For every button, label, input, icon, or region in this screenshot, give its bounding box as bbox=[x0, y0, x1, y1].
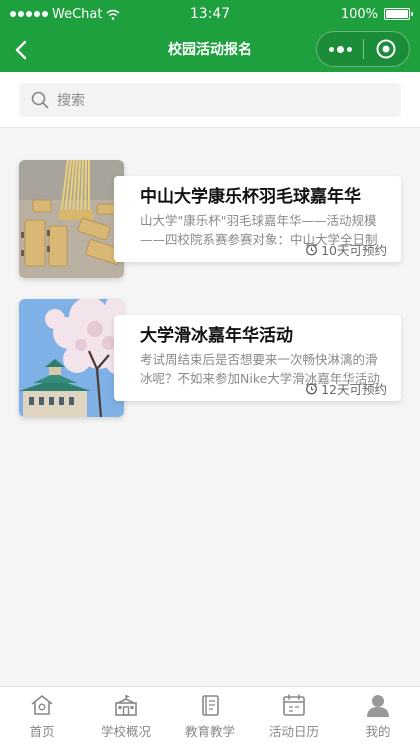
activity-thumbnail bbox=[19, 160, 124, 278]
activity-card-body: 大学滑冰嘉年华活动 考试周结束后是否想要来一次畅快淋漓的滑冰呢？不如来参加Nik… bbox=[114, 315, 401, 401]
carrier-info: WeChat bbox=[10, 7, 160, 22]
cherry-blossom-campus-image bbox=[19, 299, 124, 417]
more-dots-icon bbox=[328, 46, 334, 52]
tab-school-overview[interactable]: 学校概况 bbox=[84, 687, 168, 748]
target-close-icon bbox=[376, 39, 396, 59]
battery-status: 100% bbox=[260, 6, 413, 22]
alarm-clock-icon bbox=[306, 243, 317, 256]
activity-thumbnail bbox=[19, 299, 124, 417]
tab-activity-calendar[interactable]: 活动日历 bbox=[252, 687, 336, 748]
activity-title: 中山大学康乐杯羽毛球嘉年华 bbox=[140, 187, 361, 207]
activity-title: 大学滑冰嘉年华活动 bbox=[140, 326, 293, 346]
navigation-bar: 校园活动报名 bbox=[0, 28, 420, 72]
status-bar: WeChat 13:47 100% bbox=[0, 0, 420, 28]
search-input[interactable]: 搜索 bbox=[19, 83, 401, 117]
signal-strength-icon bbox=[10, 11, 48, 17]
booking-status: 10天可预约 bbox=[305, 240, 387, 259]
alarm-clock-icon bbox=[306, 382, 317, 395]
user-avatar-icon bbox=[367, 695, 389, 717]
library-interior-image bbox=[19, 160, 124, 278]
tab-label: 学校概况 bbox=[100, 724, 151, 739]
activity-card[interactable]: 大学滑冰嘉年华活动 考试周结束后是否想要来一次畅快淋漓的滑冰呢？不如来参加Nik… bbox=[19, 299, 401, 417]
more-menu-button[interactable] bbox=[317, 32, 363, 66]
tab-label: 首页 bbox=[29, 724, 55, 739]
bottom-tab-bar: 首页 学校概况 教育教学 活动日历 我的 bbox=[0, 686, 420, 748]
battery-level bbox=[386, 10, 408, 18]
school-building-icon bbox=[115, 695, 137, 716]
activity-card[interactable]: 中山大学康乐杯羽毛球嘉年华 山大学"康乐杯"羽毛球嘉年华——活动规模——四校院系… bbox=[19, 160, 401, 278]
mini-program-capsule bbox=[316, 31, 410, 67]
tab-label: 我的 bbox=[365, 724, 391, 739]
close-mini-program-button[interactable] bbox=[364, 32, 409, 66]
tab-label: 活动日历 bbox=[268, 724, 319, 739]
home-icon bbox=[31, 695, 53, 715]
chevron-left-icon bbox=[15, 40, 27, 60]
tab-label: 教育教学 bbox=[184, 724, 235, 739]
back-button[interactable] bbox=[10, 38, 34, 62]
carrier-name: WeChat bbox=[52, 6, 103, 22]
tab-mine[interactable]: 我的 bbox=[336, 687, 420, 748]
battery-percent: 100% bbox=[340, 6, 378, 22]
booking-days: 12天可预约 bbox=[321, 382, 387, 397]
activity-card-body: 中山大学康乐杯羽毛球嘉年华 山大学"康乐杯"羽毛球嘉年华——活动规模——四校院系… bbox=[114, 176, 401, 262]
booking-days: 10天可预约 bbox=[321, 243, 387, 258]
calendar-icon bbox=[283, 694, 305, 716]
tab-home[interactable]: 首页 bbox=[0, 687, 84, 748]
booking-status: 12天可预约 bbox=[305, 379, 387, 398]
book-icon bbox=[202, 695, 219, 716]
battery-icon bbox=[384, 8, 413, 20]
search-icon bbox=[31, 91, 49, 109]
tab-education[interactable]: 教育教学 bbox=[168, 687, 252, 748]
search-placeholder: 搜索 bbox=[57, 93, 85, 109]
status-time: 13:47 bbox=[189, 6, 231, 22]
wifi-icon bbox=[107, 9, 120, 20]
search-section: 搜索 bbox=[0, 72, 420, 128]
